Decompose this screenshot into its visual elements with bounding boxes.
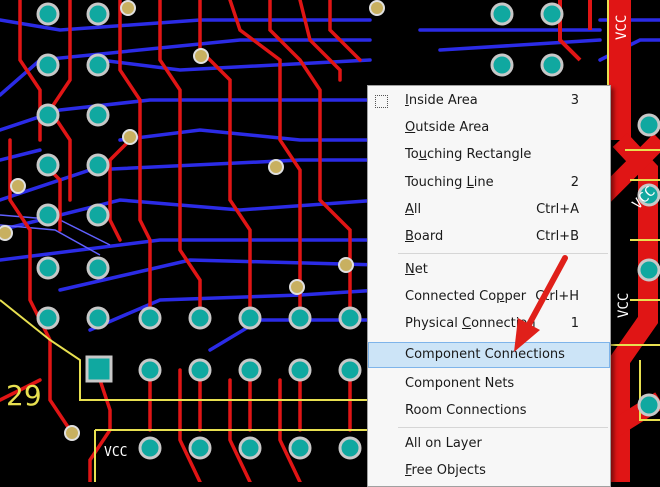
annotation-arrow-icon <box>514 255 568 352</box>
